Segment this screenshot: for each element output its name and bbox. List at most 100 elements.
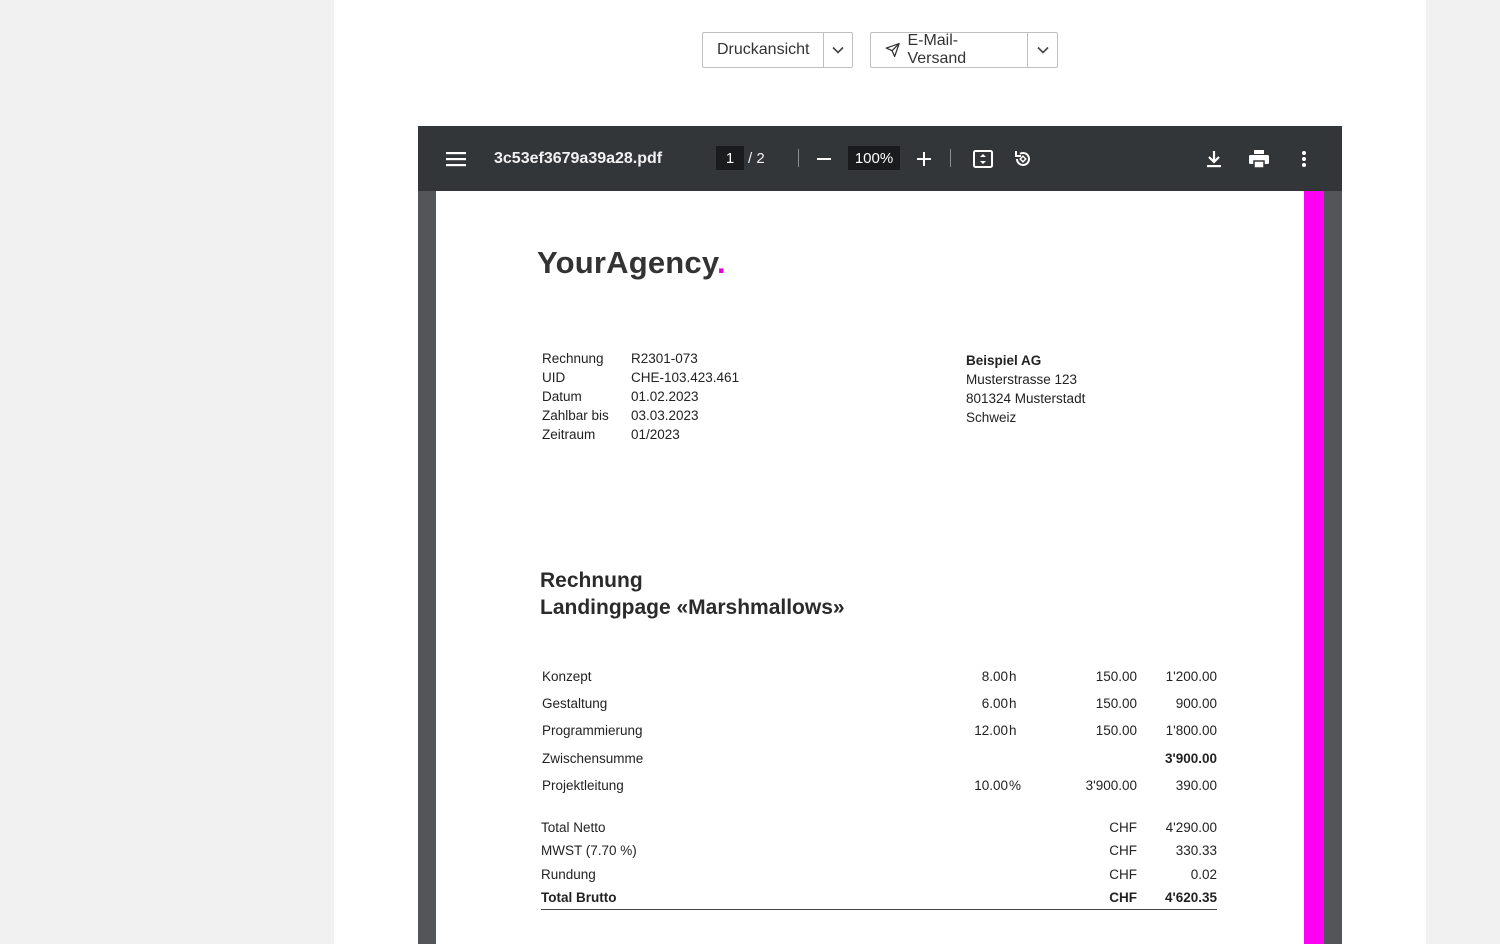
more-options-button[interactable] xyxy=(1290,126,1318,191)
item-unit: % xyxy=(1009,777,1022,793)
item-total: 390.00 xyxy=(1175,777,1217,793)
line-item: Gestaltung 6.00 h 150.00 900.00 xyxy=(542,690,1217,717)
line-item: Konzept 8.00 h 150.00 1'200.00 xyxy=(542,663,1217,690)
total-amount: 4'290.00 xyxy=(1165,820,1217,835)
email-send-label: E-Mail-Versand xyxy=(907,32,967,67)
line-item: Projektleitung 10.00 % 3'900.00 390.00 xyxy=(542,772,1217,799)
item-total: 900.00 xyxy=(1175,696,1217,712)
item-qty: 8.00 xyxy=(981,669,1008,684)
minus-icon xyxy=(817,157,831,160)
item-total: 1'800.00 xyxy=(1165,723,1217,739)
item-unit: h xyxy=(1009,723,1017,739)
page-edge-highlight xyxy=(1304,191,1324,944)
meta-row: UID CHE-103.423.461 xyxy=(542,368,739,387)
download-button[interactable] xyxy=(1200,126,1228,191)
download-icon xyxy=(1207,150,1221,167)
meta-label: UID xyxy=(542,370,566,385)
meta-row: Datum 01.02.2023 xyxy=(542,387,739,406)
recipient-country: Schweiz xyxy=(966,410,1017,425)
pdf-file-name: 3c53ef3679a39a28.pdf xyxy=(494,149,663,167)
total-label: Rundung xyxy=(541,866,596,882)
item-total: 1'200.00 xyxy=(1165,669,1217,684)
more-vert-icon xyxy=(1302,150,1306,167)
pdf-viewer: 3c53ef3679a39a28.pdf 1 / 2 100% YourAgen… xyxy=(418,126,1342,944)
item-qty: 6.00 xyxy=(981,696,1008,712)
invoice-title: Rechnung Landingpage «Marshmallows» xyxy=(540,567,845,621)
total-row: MWST (7.70 %) CHF 330.33 xyxy=(541,839,1217,862)
total-amount: 0.02 xyxy=(1190,866,1217,882)
rotate-button[interactable] xyxy=(1009,126,1037,191)
item-qty: 12.00 xyxy=(974,723,1008,739)
meta-label: Rechnung xyxy=(542,351,604,366)
recipient-address: Beispiel AG Musterstrasse 123 801324 Mus… xyxy=(966,351,1085,427)
email-button-group: E-Mail-Versand xyxy=(870,32,1058,68)
item-rate: 150.00 xyxy=(1095,696,1137,712)
invoice-meta: Rechnung R2301-073 UID CHE-103.423.461 Dat… xyxy=(542,349,739,444)
pdf-toolbar: 3c53ef3679a39a28.pdf 1 / 2 100% xyxy=(418,126,1342,191)
meta-row: Zahlbar bis 03.03.2023 xyxy=(542,406,739,425)
page-total: / 2 xyxy=(748,150,765,167)
item-name: Zwischensumme xyxy=(542,750,644,766)
item-rate: 150.00 xyxy=(1095,723,1137,739)
zoom-out-button[interactable] xyxy=(810,126,838,191)
recipient-city: 801324 Musterstadt xyxy=(966,391,1086,406)
item-rate: 3'900.00 xyxy=(1085,777,1137,793)
total-label: Total Brutto xyxy=(541,889,617,905)
item-name: Konzept xyxy=(542,669,592,684)
meta-row: Zeitraum 01/2023 xyxy=(542,425,739,444)
meta-label: Zeitraum xyxy=(542,427,596,442)
meta-value: R2301-073 xyxy=(631,351,698,366)
print-button[interactable] xyxy=(1245,126,1273,191)
fit-page-icon xyxy=(973,149,993,168)
total-currency: CHF xyxy=(1109,820,1137,835)
total-row: Rundung CHF 0.02 xyxy=(541,863,1217,886)
item-unit: h xyxy=(1009,669,1017,684)
print-view-label: Druckansicht xyxy=(717,41,810,58)
total-currency: CHF xyxy=(1109,889,1137,905)
toolbar-divider xyxy=(950,149,951,167)
invoice-title-line2: Landingpage «Marshmallows» xyxy=(540,596,845,619)
zoom-level-input[interactable]: 100% xyxy=(848,146,900,170)
meta-value: 03.03.2023 xyxy=(631,408,699,423)
line-item: Programmierung 12.00 h 150.00 1'800.00 xyxy=(542,717,1217,744)
toolbar-divider xyxy=(798,149,799,167)
print-icon xyxy=(1249,149,1269,168)
totals: Total Netto CHF 4'290.00 MWST (7.70 %) C… xyxy=(541,816,1217,911)
recipient-street: Musterstrasse 123 xyxy=(966,372,1078,387)
send-icon xyxy=(885,42,900,58)
item-total: 3'900.00 xyxy=(1164,750,1217,766)
chevron-down-icon xyxy=(832,46,844,54)
item-qty: 10.00 xyxy=(974,777,1008,793)
meta-value: 01/2023 xyxy=(631,427,680,442)
rotate-icon xyxy=(1015,150,1030,166)
page-number-input[interactable]: 1 xyxy=(716,146,744,170)
print-view-dropdown-button[interactable] xyxy=(823,33,852,67)
total-currency: CHF xyxy=(1109,843,1137,859)
total-label: Total Netto xyxy=(541,820,606,835)
email-send-button[interactable]: E-Mail-Versand xyxy=(871,32,1027,67)
item-name: Programmierung xyxy=(542,723,643,739)
meta-value: CHE-103.423.461 xyxy=(631,370,740,385)
item-unit: h xyxy=(1009,696,1017,712)
item-name: Projektleitung xyxy=(542,777,624,793)
meta-value: 01.02.2023 xyxy=(631,389,699,404)
logo-dot: . xyxy=(717,245,726,280)
pdf-page: YourAgency. Rechnung R2301-073 UID CHE-103… xyxy=(436,191,1304,944)
fit-page-button[interactable] xyxy=(969,126,997,191)
meta-label: Datum xyxy=(542,389,582,404)
zoom-in-button[interactable] xyxy=(910,126,938,191)
total-row: Total Netto CHF 4'290.00 xyxy=(541,816,1217,839)
grand-total-row: Total Brutto CHF 4'620.35 xyxy=(541,886,1217,911)
subtotal-row: Zwischensumme 3'900.00 xyxy=(542,745,1217,772)
print-view-button[interactable]: Druckansicht xyxy=(703,33,823,67)
email-dropdown-button[interactable] xyxy=(1027,33,1057,67)
meta-label: Zahlbar bis xyxy=(542,408,609,423)
total-amount: 330.33 xyxy=(1175,843,1217,859)
total-currency: CHF xyxy=(1109,866,1137,882)
agency-logo: YourAgency. xyxy=(537,245,726,281)
invoice-title-line1: Rechnung xyxy=(540,569,643,592)
menu-button[interactable] xyxy=(442,126,470,191)
total-label: MWST (7.70 %) xyxy=(541,843,637,859)
logo-text: YourAgency xyxy=(537,245,717,280)
line-items: Konzept 8.00 h 150.00 1'200.00 Gestaltun… xyxy=(542,663,1217,799)
